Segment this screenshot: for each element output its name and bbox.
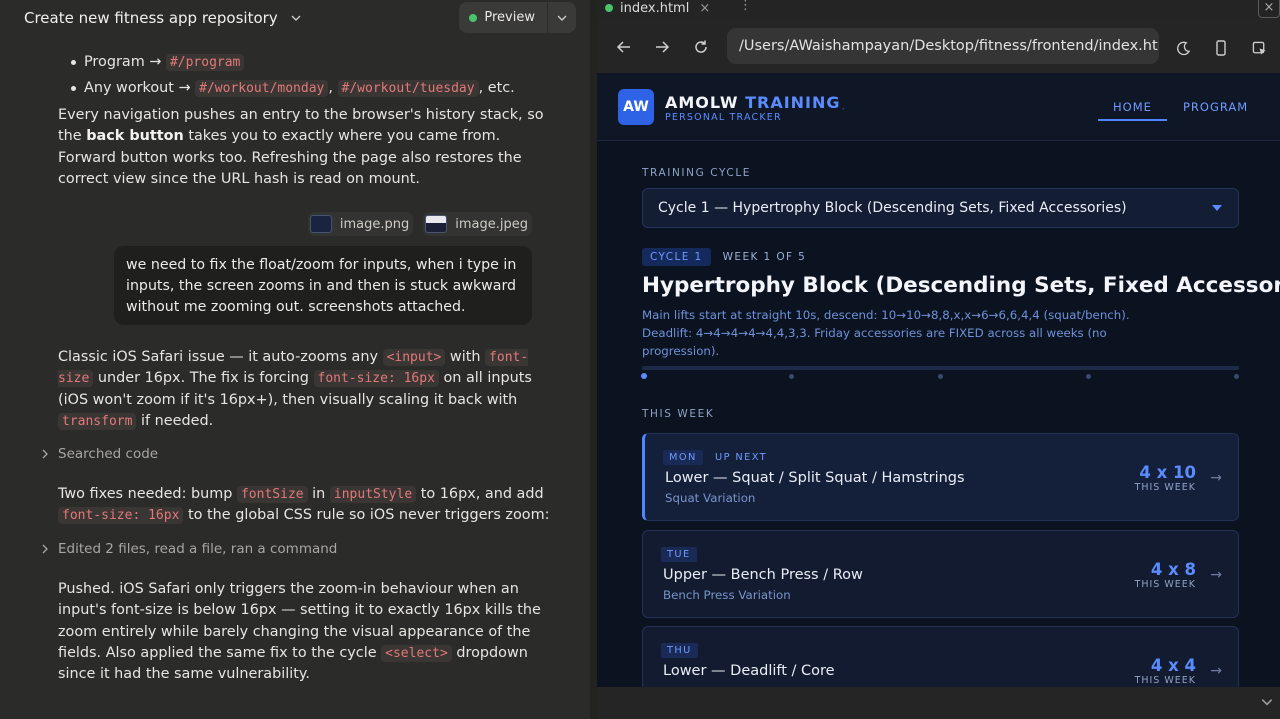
day-badge: THU bbox=[661, 643, 698, 658]
chat-header: Create new fitness app repository Previe… bbox=[0, 0, 590, 36]
pane-splitter[interactable] bbox=[590, 0, 597, 719]
sets-reps: 4 x 4 bbox=[1150, 656, 1196, 675]
assistant-paragraph: Every navigation pushes an entry to the … bbox=[58, 107, 544, 187]
week-progress-track bbox=[642, 366, 1239, 370]
chat-pane: Create new fitness app repository Previe… bbox=[0, 0, 590, 719]
more-icon[interactable]: ⋮ bbox=[739, 0, 752, 13]
chevron-down-icon[interactable] bbox=[290, 12, 302, 24]
close-icon[interactable]: × bbox=[699, 1, 710, 16]
nav-home[interactable]: HOME bbox=[1098, 100, 1167, 121]
sets-label: THIS WEEK bbox=[1134, 675, 1196, 686]
caret-down-icon bbox=[1212, 205, 1222, 211]
page-title: Hypertrophy Block (Descending Sets, Fixe… bbox=[642, 273, 1280, 298]
forward-arrow-icon bbox=[656, 41, 670, 53]
cycle-label: TRAINING CYCLE bbox=[642, 167, 752, 179]
cycle-description: Main lifts start at straight 10s, descen… bbox=[642, 308, 1130, 358]
preview-dropdown-button[interactable] bbox=[548, 2, 576, 33]
list-item: Any workout → #/workout/monday, #/workou… bbox=[58, 75, 553, 101]
route-list: Program → #/program Any workout → #/work… bbox=[58, 49, 553, 101]
workout-variation: Squat Variation bbox=[665, 491, 756, 505]
workout-card-tue[interactable]: TUE Upper — Bench Press / Row Bench Pres… bbox=[642, 530, 1239, 618]
day-badge: TUE bbox=[661, 547, 697, 562]
day-badge: MON bbox=[663, 450, 703, 465]
brand-title: AMOLW TRAINING bbox=[665, 93, 841, 112]
back-button[interactable] bbox=[609, 32, 639, 62]
assistant-paragraph: Two fixes needed: bump fontSize in input… bbox=[58, 486, 550, 525]
week-badge: WEEK 1 OF 5 bbox=[722, 251, 807, 263]
logo[interactable]: AW bbox=[618, 89, 654, 125]
chevron-down-icon[interactable] bbox=[1260, 695, 1274, 709]
sets-label: THIS WEEK bbox=[1134, 579, 1196, 590]
nav-program[interactable]: PROGRAM bbox=[1183, 100, 1248, 114]
chat-title[interactable]: Create new fitness app repository bbox=[24, 9, 278, 27]
workout-name: Lower — Squat / Split Squat / Hamstrings bbox=[665, 470, 965, 486]
app-window: Create new fitness app repository Previe… bbox=[0, 0, 1280, 719]
arrow-right-icon: → bbox=[1210, 470, 1222, 486]
brand-subtitle: PERSONAL TRACKER bbox=[665, 112, 782, 123]
sets-reps: 4 x 8 bbox=[1150, 560, 1196, 579]
reload-button[interactable] bbox=[686, 32, 716, 62]
inspect-icon bbox=[1252, 41, 1266, 55]
chevron-right-icon bbox=[42, 449, 48, 459]
cycle-badges: CYCLE 1 WEEK 1 OF 5 bbox=[642, 248, 814, 266]
arrow-right-icon: → bbox=[1210, 567, 1222, 583]
phone-icon bbox=[1216, 40, 1226, 56]
chevron-right-icon bbox=[42, 544, 48, 554]
cycle-select[interactable]: Cycle 1 — Hypertrophy Block (Descending … bbox=[642, 188, 1239, 228]
week-progress-dot bbox=[789, 374, 795, 379]
tab-bar: index.html × ⋮ × bbox=[597, 0, 1280, 18]
arrow-right-icon: → bbox=[1210, 663, 1222, 679]
week-progress-dot bbox=[641, 373, 647, 379]
tab-index-html[interactable]: index.html × bbox=[605, 0, 710, 16]
forward-button[interactable] bbox=[647, 32, 677, 62]
reload-icon bbox=[695, 40, 707, 53]
attachment-chip[interactable]: image.jpeg bbox=[423, 212, 532, 236]
moon-icon bbox=[1176, 41, 1190, 55]
image-thumbnail bbox=[309, 215, 332, 233]
close-window-button[interactable]: × bbox=[1258, 0, 1280, 18]
assistant-paragraph: Pushed. iOS Safari only triggers the zoo… bbox=[58, 581, 541, 683]
inspect-button[interactable] bbox=[1244, 33, 1274, 63]
week-progress-dot bbox=[937, 374, 943, 379]
collapsed-step-searched-code[interactable]: Searched code bbox=[40, 446, 158, 462]
address-bar[interactable]: /Users/AWaishampayan/Desktop/fitness/fro… bbox=[727, 28, 1159, 64]
up-next-label: UP NEXT bbox=[715, 452, 768, 463]
image-thumbnail bbox=[425, 215, 448, 233]
devtools-strip bbox=[597, 687, 1280, 719]
browser-tools bbox=[1168, 33, 1274, 63]
sets-reps: 4 x 10 bbox=[1139, 463, 1196, 482]
fitness-app: AW AMOLW TRAINING PERSONAL TRACKER ˯ HOM… bbox=[597, 73, 1280, 687]
browser-preview: index.html × ⋮ × /Users/AWaishampayan/Des… bbox=[597, 0, 1280, 719]
week-progress-dot bbox=[1234, 374, 1239, 379]
attachments: image.png image.jpeg bbox=[307, 212, 532, 236]
user-message: we need to fix the float/zoom for inputs… bbox=[114, 246, 532, 325]
status-dot bbox=[469, 13, 478, 22]
dark-mode-toggle[interactable] bbox=[1168, 33, 1198, 63]
caret-icon: ˯ bbox=[842, 101, 845, 110]
list-item: Program → #/program bbox=[58, 49, 553, 75]
sets-label: THIS WEEK bbox=[1134, 482, 1196, 493]
workout-card-mon[interactable]: MON UP NEXT Lower — Squat / Split Squat … bbox=[642, 433, 1239, 521]
browser-toolbar: /Users/AWaishampayan/Desktop/fitness/fro… bbox=[597, 26, 1280, 71]
workout-name: Lower — Deadlift / Core bbox=[663, 663, 835, 679]
this-week-label: THIS WEEK bbox=[642, 408, 715, 420]
workout-name: Upper — Bench Press / Row bbox=[663, 567, 863, 583]
preview-button[interactable]: Preview bbox=[459, 2, 548, 33]
back-arrow-icon bbox=[616, 41, 630, 53]
preview-control: Preview bbox=[459, 2, 576, 33]
app-header: AW AMOLW TRAINING PERSONAL TRACKER ˯ HOM… bbox=[597, 73, 1280, 141]
workout-card-thu[interactable]: THU Lower — Deadlift / Core 4 x 4 THIS W… bbox=[642, 626, 1239, 687]
attachment-chip[interactable]: image.png bbox=[307, 212, 414, 236]
assistant-paragraph: Classic iOS Safari issue — it auto-zooms… bbox=[58, 349, 532, 430]
chat-transcript: Program → #/program Any workout → #/work… bbox=[58, 46, 553, 190]
week-progress-dot bbox=[1085, 374, 1091, 379]
chevron-down-icon bbox=[557, 15, 567, 21]
status-dot bbox=[605, 4, 613, 12]
collapsed-step-edits[interactable]: Edited 2 files, read a file, ran a comma… bbox=[40, 541, 337, 557]
workout-variation: Bench Press Variation bbox=[663, 588, 791, 602]
cycle-badge: CYCLE 1 bbox=[642, 248, 711, 266]
mobile-view-button[interactable] bbox=[1206, 33, 1236, 63]
